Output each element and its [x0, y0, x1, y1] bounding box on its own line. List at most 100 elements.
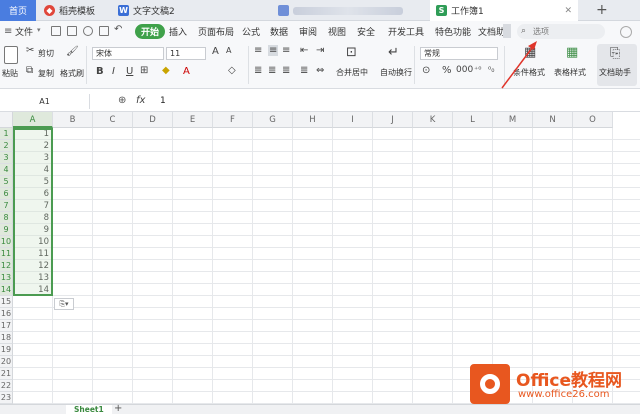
clear-format-icon[interactable]: ◇	[228, 65, 236, 76]
copy-button[interactable]: 复制	[38, 68, 54, 79]
bold-icon[interactable]: B	[96, 66, 104, 77]
tab-blurred-doc[interactable]	[272, 0, 428, 21]
paste-options-button[interactable]: ⎘▾	[54, 298, 74, 310]
tab-docer[interactable]: ◆ 稻壳模板	[38, 0, 110, 21]
row-header-15[interactable]: 15	[0, 296, 13, 308]
preview-icon[interactable]	[99, 26, 109, 36]
decrease-font-icon[interactable]: A	[226, 46, 231, 55]
underline-icon[interactable]: U	[126, 66, 133, 77]
row-header-4[interactable]: 4	[0, 164, 13, 176]
distribute-icon[interactable]: ⇔	[316, 65, 324, 76]
row-header-20[interactable]: 20	[0, 356, 13, 368]
align-left-icon[interactable]: ≣	[254, 65, 262, 76]
row-header-11[interactable]: 11	[0, 248, 13, 260]
indent-icon[interactable]: ⇤	[300, 45, 308, 56]
menu-security[interactable]: 安全	[357, 25, 375, 38]
folder-icon[interactable]	[67, 26, 77, 36]
select-all-corner[interactable]	[0, 112, 13, 128]
menu-review[interactable]: 审阅	[299, 25, 317, 38]
spreadsheet-grid[interactable]: ABCDEFGHIJKLMNO 1 2 3 4 5 6 7 8 9 10 11 12 13 14 15 16 1…	[0, 112, 640, 406]
row-header-2[interactable]: 2	[0, 140, 13, 152]
align-right-icon[interactable]: ≣	[282, 65, 290, 76]
row-header-16[interactable]: 16	[0, 308, 13, 320]
currency-icon[interactable]: ⊙	[422, 65, 430, 76]
fx-icon[interactable]: fx	[136, 95, 145, 106]
row-header-12[interactable]: 12	[0, 260, 13, 272]
row-header-5[interactable]: 5	[0, 176, 13, 188]
menu-hamburger-icon[interactable]: ≡	[4, 26, 12, 37]
new-tab-icon[interactable]: +	[596, 2, 608, 18]
add-sheet-button[interactable]: +	[114, 403, 122, 414]
format-painter-button[interactable]: 格式刷	[60, 68, 84, 79]
percent-icon[interactable]: %	[442, 65, 452, 76]
font-size-select[interactable]: 11	[166, 47, 206, 60]
menu-doc-helper[interactable]: 文档助	[478, 25, 505, 38]
row-header-13[interactable]: 13	[0, 272, 13, 284]
save-icon[interactable]	[51, 26, 61, 36]
number-format-select[interactable]: 常规	[420, 47, 498, 60]
row-header-19[interactable]: 19	[0, 344, 13, 356]
align-bottom-icon[interactable]: ≡	[282, 45, 290, 56]
align-top-icon[interactable]: ≡	[254, 45, 262, 56]
column-header-N[interactable]: N	[533, 112, 573, 128]
doc-helper-button[interactable]: ⎘ 文档助手	[597, 44, 637, 86]
row-header-3[interactable]: 3	[0, 152, 13, 164]
print-icon[interactable]	[83, 26, 93, 36]
cut-button[interactable]: 剪切	[38, 48, 54, 59]
row-header-6[interactable]: 6	[0, 188, 13, 200]
column-header-I[interactable]: I	[333, 112, 373, 128]
column-header-A[interactable]: A	[13, 112, 53, 128]
row-header-23[interactable]: 23	[0, 392, 13, 404]
increase-font-icon[interactable]: A	[212, 46, 219, 57]
tab-writer-doc[interactable]: W 文字文稿2	[112, 0, 270, 21]
menu-formula[interactable]: 公式	[242, 25, 260, 38]
row-header-22[interactable]: 22	[0, 380, 13, 392]
paste-button[interactable]: 粘贴	[2, 68, 18, 79]
decrease-decimal-icon[interactable]: ⁰₀	[488, 65, 494, 74]
search-input[interactable]: ⌕ 选项	[517, 24, 605, 39]
close-tab-icon[interactable]: ✕	[564, 6, 572, 16]
column-header-G[interactable]: G	[253, 112, 293, 128]
menu-overflow[interactable]	[503, 24, 511, 38]
wrap-text-button[interactable]: 自动换行	[380, 67, 412, 78]
merge-center-button[interactable]: 合并居中	[336, 67, 368, 78]
outdent-icon[interactable]: ⇥	[316, 45, 324, 56]
menu-developer[interactable]: 开发工具	[388, 25, 424, 38]
column-header-L[interactable]: L	[453, 112, 493, 128]
justify-icon[interactable]: ≣	[300, 65, 308, 76]
menu-data[interactable]: 数据	[270, 25, 288, 38]
thousands-icon[interactable]: 000	[456, 65, 473, 75]
column-header-J[interactable]: J	[373, 112, 413, 128]
menu-start[interactable]: 开始	[135, 24, 166, 39]
chevron-down-icon[interactable]: ▾	[37, 26, 41, 34]
fill-color-icon[interactable]: ◆	[162, 65, 170, 76]
font-color-icon[interactable]: A	[183, 66, 190, 77]
column-header-H[interactable]: H	[293, 112, 333, 128]
column-header-F[interactable]: F	[213, 112, 253, 128]
name-box[interactable]: A1	[0, 94, 90, 109]
menu-view[interactable]: 视图	[328, 25, 346, 38]
column-header-K[interactable]: K	[413, 112, 453, 128]
menu-insert[interactable]: 插入	[169, 25, 187, 38]
column-header-O[interactable]: O	[573, 112, 613, 128]
paste-icon[interactable]	[4, 46, 18, 64]
menu-features[interactable]: 特色功能	[435, 25, 471, 38]
column-header-B[interactable]: B	[53, 112, 93, 128]
align-middle-icon[interactable]: ≡	[268, 45, 279, 56]
column-header-M[interactable]: M	[493, 112, 533, 128]
increase-decimal-icon[interactable]: ⁺⁰	[474, 65, 481, 74]
border-icon[interactable]: ⊞	[140, 65, 148, 76]
row-header-1[interactable]: 1	[0, 128, 13, 140]
tab-home[interactable]: 首页	[0, 0, 36, 21]
column-header-D[interactable]: D	[133, 112, 173, 128]
align-center-icon[interactable]: ≣	[268, 65, 276, 76]
formula-input[interactable]: 1	[160, 96, 166, 106]
tab-workbook[interactable]: S 工作簿1 ✕	[430, 0, 578, 21]
row-header-10[interactable]: 10	[0, 236, 13, 248]
italic-icon[interactable]: I	[112, 66, 115, 77]
row-header-21[interactable]: 21	[0, 368, 13, 380]
font-family-select[interactable]: 宋体	[92, 47, 164, 60]
menu-page-layout[interactable]: 页面布局	[198, 25, 234, 38]
table-style-button[interactable]: 表格样式	[554, 67, 586, 78]
menu-file[interactable]: 文件	[15, 25, 33, 38]
